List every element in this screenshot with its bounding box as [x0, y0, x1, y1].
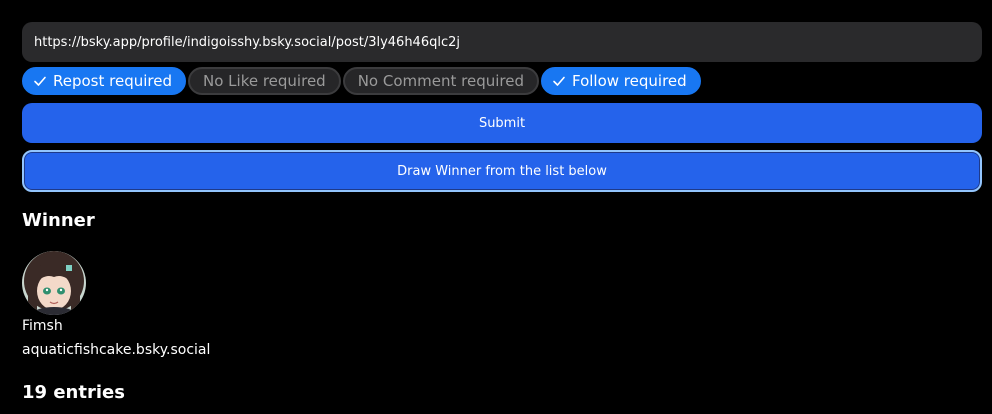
requirement-chips: Repost required No Like required No Comm…	[22, 67, 701, 95]
like-required-toggle[interactable]: No Like required	[188, 67, 341, 95]
draw-winner-button-label: Draw Winner from the list below	[397, 163, 607, 179]
repost-required-label: Repost required	[53, 72, 172, 90]
avatar[interactable]	[22, 251, 86, 315]
post-url-input[interactable]	[22, 22, 982, 62]
check-icon	[553, 76, 565, 86]
follow-required-label: Follow required	[571, 72, 687, 90]
draw-winner-button[interactable]: Draw Winner from the list below	[22, 150, 982, 192]
submit-button[interactable]: Submit	[22, 103, 982, 143]
comment-required-label: No Comment required	[357, 72, 524, 90]
like-required-label: No Like required	[203, 72, 326, 90]
repost-required-toggle[interactable]: Repost required	[22, 67, 186, 95]
giveaway-app: Repost required No Like required No Comm…	[0, 0, 992, 414]
comment-required-toggle[interactable]: No Comment required	[342, 67, 539, 95]
avatar-image	[22, 251, 86, 315]
winner-display-name[interactable]: Fimsh	[22, 318, 63, 334]
winner-heading: Winner	[22, 210, 95, 231]
submit-button-label: Submit	[478, 115, 526, 131]
follow-required-toggle[interactable]: Follow required	[540, 67, 701, 95]
check-icon	[34, 76, 46, 86]
entries-count-heading: 19 entries	[22, 382, 125, 403]
winner-handle[interactable]: aquaticfishcake.bsky.social	[22, 342, 210, 358]
